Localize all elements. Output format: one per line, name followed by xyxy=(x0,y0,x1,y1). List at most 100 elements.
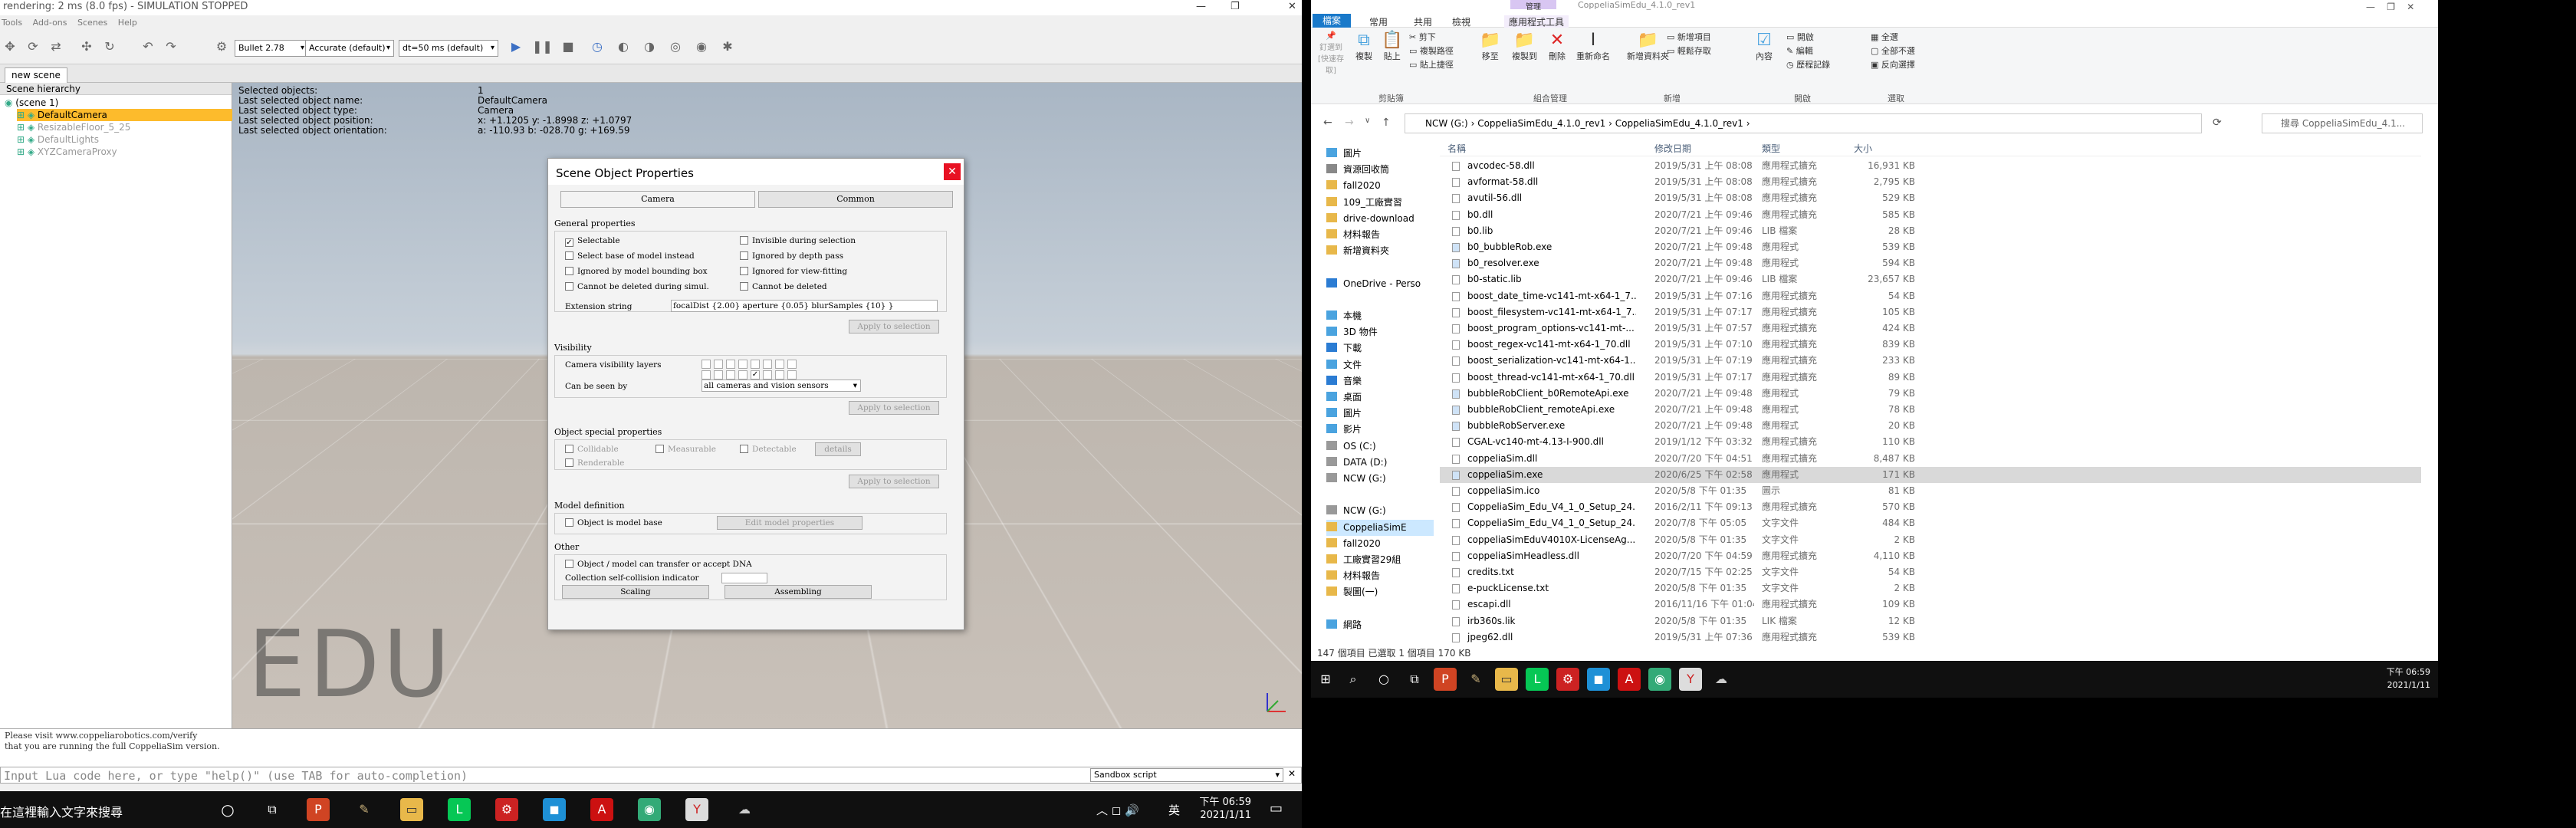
acrobat-icon[interactable]: A xyxy=(590,798,613,821)
camera-shift-icon[interactable]: ⇄ xyxy=(46,38,66,55)
file-row[interactable]: boost_filesystem-vc141-mt-x64-1_7... 2019… xyxy=(1440,304,2421,320)
toggle-visualization-icon[interactable]: ◎ xyxy=(665,38,685,55)
close-icon[interactable]: ✕ xyxy=(1288,0,1296,14)
layer-checkbox[interactable] xyxy=(787,360,797,369)
clipboard-small-buttons[interactable]: ✂ 剪下 ▭ 複製路徑 ▭ 貼上捷徑 xyxy=(1409,31,1454,72)
property-checkbox[interactable]: Ignored for view-fitting xyxy=(740,266,847,277)
physics-engine-select[interactable]: Bullet 2.78 xyxy=(235,40,308,57)
chrome-icon[interactable]: ◉ xyxy=(638,798,661,821)
camera-rotate-icon[interactable]: ⟳ xyxy=(23,38,43,55)
task-view-icon[interactable]: ⧉ xyxy=(1403,668,1426,691)
file-row[interactable]: CoppeliaSim_Edu_V4_1_0_Setup_24... 2020/7… xyxy=(1440,515,2421,531)
tab-home[interactable]: 常用 xyxy=(1369,15,1388,28)
app-icon[interactable]: ✎ xyxy=(1464,668,1487,691)
search-icon[interactable]: ⌕ xyxy=(1342,668,1365,691)
fast-icon[interactable]: ◑ xyxy=(639,38,659,55)
nav-item[interactable]: fall2020 xyxy=(1326,178,1434,194)
file-row[interactable]: CGAL-vc140-mt-4.13-I-900.dll 2019/1/12 下午… xyxy=(1440,434,2421,450)
assembling-button[interactable]: Assembling xyxy=(724,585,872,599)
property-checkbox[interactable]: Invisible during selection xyxy=(740,235,856,246)
menu-help[interactable]: Help xyxy=(118,18,137,28)
close-icon[interactable]: ✕ xyxy=(944,163,961,180)
object-move-icon[interactable]: ✣ xyxy=(77,38,97,55)
column-size[interactable]: 大小 xyxy=(1854,142,1872,155)
timestep-select[interactable]: dt=50 ms (default) xyxy=(399,40,498,57)
move-to-button[interactable]: 📁 移至 xyxy=(1480,31,1500,62)
file-row[interactable]: coppeliaSim.ico 2020/5/8 下午 01:35 圖示 81 KB xyxy=(1440,483,2421,499)
coppeliasim-taskbar-icon[interactable]: Y xyxy=(1679,668,1702,691)
line-icon[interactable]: L xyxy=(1526,668,1549,691)
checkbox-box[interactable] xyxy=(565,251,573,260)
file-row[interactable]: boost_regex-vc141-mt-x64-1_70.dll 2019/5/… xyxy=(1440,337,2421,353)
layer-checkbox[interactable] xyxy=(738,370,748,380)
file-row[interactable]: bubbleRobClient_b0RemoteApi.exe 2020/7/21… xyxy=(1440,386,2421,402)
close-icon[interactable]: ✕ xyxy=(1288,768,1296,779)
nav-item[interactable]: OneDrive - Perso xyxy=(1326,276,1434,292)
checkbox-box[interactable] xyxy=(740,267,748,275)
property-checkbox[interactable]: Cannot be deleted during simul. xyxy=(565,281,709,292)
copy-to-button[interactable]: 📁 複製到 xyxy=(1512,31,1537,62)
nav-item[interactable]: 文件 xyxy=(1326,357,1434,373)
file-row[interactable]: coppeliaSimHeadless.dll 2020/7/20 下午 04:5… xyxy=(1440,548,2421,564)
apply-to-selection-button[interactable]: Apply to selection xyxy=(849,320,939,334)
checkbox-box[interactable] xyxy=(565,267,573,275)
clock[interactable]: 下午 06:59 2021/1/11 xyxy=(1181,796,1251,822)
menu-addons[interactable]: Add-ons xyxy=(33,18,67,28)
dna-checkbox[interactable]: Object / model can transfer or accept DN… xyxy=(565,559,752,570)
cortana-icon[interactable]: ○ xyxy=(216,798,239,821)
nav-item[interactable]: 下載 xyxy=(1326,340,1434,356)
file-row[interactable]: avformat-58.dll 2019/5/31 上午 08:08 應用程式擴充 2… xyxy=(1440,174,2421,190)
play-icon[interactable]: ▶ xyxy=(506,38,526,55)
checkbox-box[interactable] xyxy=(565,282,573,291)
nav-item[interactable]: 圖片 xyxy=(1326,406,1434,422)
eye-icon[interactable]: ◉ xyxy=(692,38,711,55)
self-collision-input[interactable] xyxy=(721,573,767,583)
column-type[interactable]: 類型 xyxy=(1762,142,1780,155)
layer-checkbox[interactable] xyxy=(763,370,772,380)
edit-model-button[interactable]: Edit model properties xyxy=(717,516,863,530)
layer-checkbox[interactable] xyxy=(702,370,711,380)
tab-new-scene[interactable]: new scene xyxy=(5,67,67,83)
menu-scenes[interactable]: Scenes xyxy=(77,18,107,28)
property-checkbox[interactable]: Ignored by depth pass xyxy=(740,251,843,261)
layer-checkbox[interactable] xyxy=(714,360,723,369)
taskbar-search-box[interactable]: 在這裡輸入文字來搜尋 xyxy=(0,802,123,820)
nav-item[interactable]: 製圖(一) xyxy=(1326,584,1434,600)
pin-icon[interactable]: 📌 釘選到[快速存取] xyxy=(1316,31,1346,75)
minimize-icon[interactable]: — xyxy=(1196,0,1206,14)
file-row[interactable]: b0-static.lib 2020/7/21 上午 09:46 LIB 檔案 23,… xyxy=(1440,271,2421,288)
seen-by-select[interactable]: all cameras and vision sensors ▾ xyxy=(702,380,861,392)
nav-item[interactable]: 材料報告 xyxy=(1326,227,1434,243)
app-gray-icon[interactable]: ☁ xyxy=(1710,668,1733,691)
redo-icon[interactable]: ↷ xyxy=(161,38,181,55)
nav-item[interactable]: 影片 xyxy=(1326,422,1434,438)
checkbox-box[interactable] xyxy=(740,282,748,291)
nav-item[interactable]: 3D 物件 xyxy=(1326,324,1434,340)
nav-item[interactable]: 工廠實習29組 xyxy=(1326,552,1434,568)
nav-item[interactable]: NCW (G:) xyxy=(1326,503,1434,519)
file-row[interactable]: coppeliaSim.dll 2020/7/20 下午 04:51 應用程式擴充 8… xyxy=(1440,451,2421,467)
hierarchy-item[interactable]: ⊞ ◈ XYZCameraProxy xyxy=(17,146,117,158)
nav-item[interactable]: 桌面 xyxy=(1326,389,1434,406)
file-row[interactable]: CoppeliaSim_Edu_V4_1_0_Setup_24... 2016/2… xyxy=(1440,499,2421,515)
stop-icon[interactable]: ■ xyxy=(558,38,578,55)
file-row[interactable]: b0.dll 2020/7/21 上午 09:46 應用程式擴充 585 KB xyxy=(1440,207,2421,223)
nav-item[interactable]: 網路 xyxy=(1326,617,1434,633)
nav-item[interactable]: 材料報告 xyxy=(1326,568,1434,584)
address-bar[interactable]: NCW (G:) › CoppeliaSimEdu_4.1.0_rev1 › C… xyxy=(1405,113,2202,133)
file-row[interactable]: coppeliaSimEduV4010X-LicenseAg... 2020/5/… xyxy=(1440,532,2421,548)
settings-app-icon[interactable]: ⚙ xyxy=(495,798,518,821)
hierarchy-item[interactable]: ◉ (scene 1) xyxy=(5,97,58,109)
nav-item[interactable]: OS (C:) xyxy=(1326,439,1434,455)
open-buttons[interactable]: ▭ 開啟 ✎ 編輯 ◷ 歷程記錄 xyxy=(1786,31,1830,72)
search-input[interactable]: 搜尋 CoppeliaSimEdu_4.1... xyxy=(2262,113,2423,133)
file-row[interactable]: bubbleRobClient_remoteApi.exe 2020/7/21 上… xyxy=(1440,402,2421,418)
hierarchy-item[interactable]: ⊞ ◈ DefaultCamera xyxy=(17,109,239,121)
coppeliasim-taskbar-icon[interactable]: Y xyxy=(685,798,708,821)
window-controls[interactable]: — ❐ ✕ xyxy=(2366,2,2414,12)
accuracy-select[interactable]: Accurate (default) xyxy=(305,40,394,57)
layer-checkbox[interactable]: ✓ xyxy=(751,370,760,380)
delete-button[interactable]: ✕ 刪除 xyxy=(1549,31,1566,62)
clock[interactable]: 下午 06:59 2021/1/11 xyxy=(2354,665,2430,692)
nav-item[interactable]: 資源回收筒 xyxy=(1326,162,1434,178)
